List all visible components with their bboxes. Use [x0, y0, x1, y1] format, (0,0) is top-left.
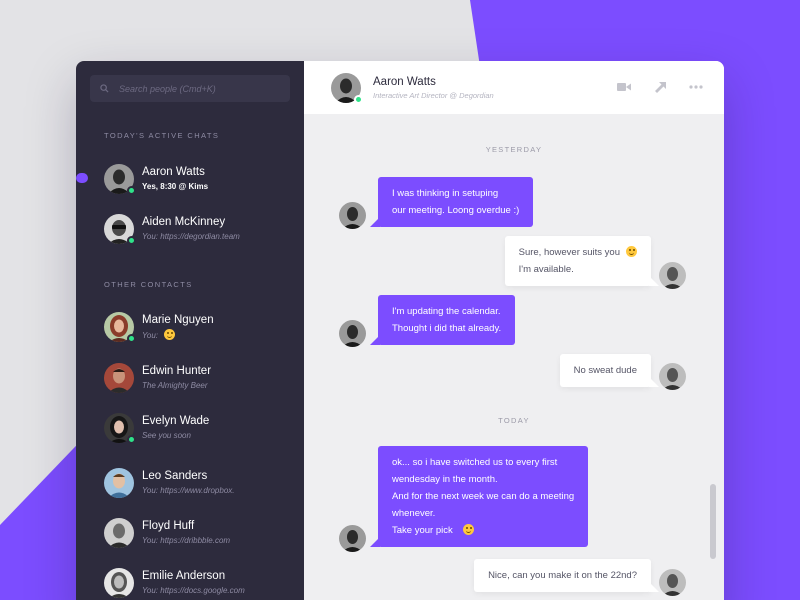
message-text-line: ok... so i have switched us to every fir…	[392, 457, 558, 468]
conversation-header: Aaron Watts Interactive Art Director @ D…	[304, 61, 724, 114]
avatar	[104, 518, 134, 548]
message-bubble-incoming[interactable]: I'm updating the calendar. Thought i did…	[369, 295, 516, 345]
online-status-dot	[127, 236, 136, 245]
sender-avatar	[339, 202, 366, 229]
message-text-line: our meeting. Loong overdue :)	[392, 205, 520, 216]
contact-emilie-anderson[interactable]: Emilie Anderson You: https://docs.google…	[104, 567, 294, 599]
message-text-line: Thought i did that already.	[392, 323, 502, 334]
message-text: Take your pick	[392, 525, 453, 536]
message-text-line: Take your pick	[392, 522, 574, 539]
search-box[interactable]	[90, 75, 290, 102]
sidebar: TODAY'S ACTIVE CHATS Aaron Watts Yes, 8:…	[76, 61, 304, 600]
avatar-edwin	[104, 363, 134, 393]
contact-last-message: You: https://www.dropbox.	[142, 486, 235, 495]
contact-last-message: You: https://docs.google.com	[142, 586, 245, 595]
conversation-panel: Aaron Watts Interactive Art Director @ D…	[304, 61, 724, 600]
online-status-dot	[127, 435, 136, 444]
contact-edwin-hunter[interactable]: Edwin Hunter The Almighty Beer	[104, 362, 294, 394]
contact-name: Floyd Huff	[142, 520, 195, 532]
message-text-line: whenever.	[392, 508, 436, 519]
wink-emoji-icon	[164, 328, 176, 340]
contact-name: Leo Sanders	[142, 470, 208, 482]
search-icon	[100, 84, 109, 93]
message-bubble-outgoing[interactable]: Sure, however suits you I'm available.	[504, 236, 660, 286]
day-separator-yesterday: YESTERDAY	[485, 145, 543, 154]
message-text-line: Sure, however suits you	[519, 244, 637, 261]
other-contacts-heading: OTHER CONTACTS	[104, 280, 193, 289]
contact-last-message: You:	[142, 328, 214, 342]
message-bubble-outgoing[interactable]: Nice, can you make it on the 22nd?	[474, 559, 659, 592]
avatar	[104, 312, 136, 343]
expand-arrow-icon[interactable]	[652, 80, 668, 94]
avatar-floyd	[104, 518, 134, 548]
contact-evelyn-wade[interactable]: Evelyn Wade See you soon	[104, 412, 294, 444]
contact-last-message: See you soon	[142, 431, 191, 440]
contact-name: Aiden McKinney	[142, 216, 226, 228]
message-text-line: And for the next week we can do a meetin…	[392, 491, 575, 502]
active-chats-heading: TODAY'S ACTIVE CHATS	[104, 131, 220, 140]
message-bubble-incoming[interactable]: ok... so i have switched us to every fir…	[369, 446, 589, 547]
wink-emoji-icon	[626, 246, 637, 257]
contact-name: Emilie Anderson	[142, 570, 226, 582]
message-text-line: Nice, can you make it on the 22nd?	[488, 570, 637, 581]
avatar	[104, 164, 136, 195]
more-dots-icon[interactable]	[688, 80, 704, 94]
avatar-leo	[104, 468, 134, 498]
contact-aiden-mckinney[interactable]: Aiden McKinney You: https://degordian.te…	[104, 213, 294, 245]
contact-last-message: You: https://dribbble.com	[142, 536, 231, 545]
contact-name: Marie Nguyen	[142, 313, 214, 326]
avatar	[104, 468, 134, 498]
avatar	[104, 214, 136, 245]
avatar[interactable]	[331, 72, 363, 104]
contact-header-name: Aaron Watts	[373, 75, 436, 88]
avatar	[104, 363, 134, 393]
active-chat-indicator	[76, 173, 88, 183]
message-bubble-outgoing[interactable]: No sweat dude	[559, 354, 660, 387]
my-avatar	[659, 363, 686, 390]
video-camera-icon[interactable]	[616, 80, 632, 94]
avatar	[104, 413, 136, 444]
online-status-dot	[354, 94, 363, 104]
contact-floyd-huff[interactable]: Floyd Huff You: https://dribbble.com	[104, 517, 294, 549]
message-text-line: wendesday in the month.	[392, 474, 498, 485]
sender-avatar	[339, 525, 366, 552]
online-status-dot	[127, 334, 136, 343]
avatar-emilie	[104, 568, 134, 598]
avatar	[104, 568, 134, 598]
contact-name: Evelyn Wade	[142, 415, 210, 427]
message-text-line: No sweat dude	[573, 365, 637, 376]
message-text-line: I'm available.	[518, 264, 574, 275]
contact-last-message: You: https://degordian.team	[142, 232, 240, 241]
smile-emoji-icon	[462, 524, 474, 535]
scrollbar-thumb[interactable]	[710, 484, 716, 559]
contact-marie-nguyen[interactable]: Marie Nguyen You:	[104, 311, 294, 343]
contact-header-subtitle: Interactive Art Director @ Degordian	[373, 90, 494, 100]
contact-last-message: The Almighty Beer	[142, 381, 208, 390]
contact-name: Edwin Hunter	[142, 365, 212, 377]
contact-aaron-watts[interactable]: Aaron Watts Yes, 8:30 @ Kims	[104, 163, 294, 195]
search-input[interactable]	[119, 83, 279, 94]
contact-name: Aaron Watts	[142, 166, 205, 178]
contact-last-message: Yes, 8:30 @ Kims	[142, 182, 209, 191]
message-text-line: I'm updating the calendar.	[392, 306, 501, 317]
day-separator-today: TODAY	[498, 416, 530, 425]
contact-last-message-text: You:	[142, 330, 159, 340]
sender-avatar	[339, 320, 366, 347]
message-text: Sure, however suits you	[518, 247, 620, 258]
chat-app-window: TODAY'S ACTIVE CHATS Aaron Watts Yes, 8:…	[76, 61, 724, 600]
message-text-line: I was thinking in setuping	[392, 188, 499, 199]
contact-leo-sanders[interactable]: Leo Sanders You: https://www.dropbox.	[104, 467, 294, 499]
my-avatar	[659, 262, 686, 289]
my-avatar	[659, 569, 686, 596]
online-status-dot	[127, 186, 136, 195]
message-bubble-incoming[interactable]: I was thinking in setuping our meeting. …	[369, 177, 534, 227]
